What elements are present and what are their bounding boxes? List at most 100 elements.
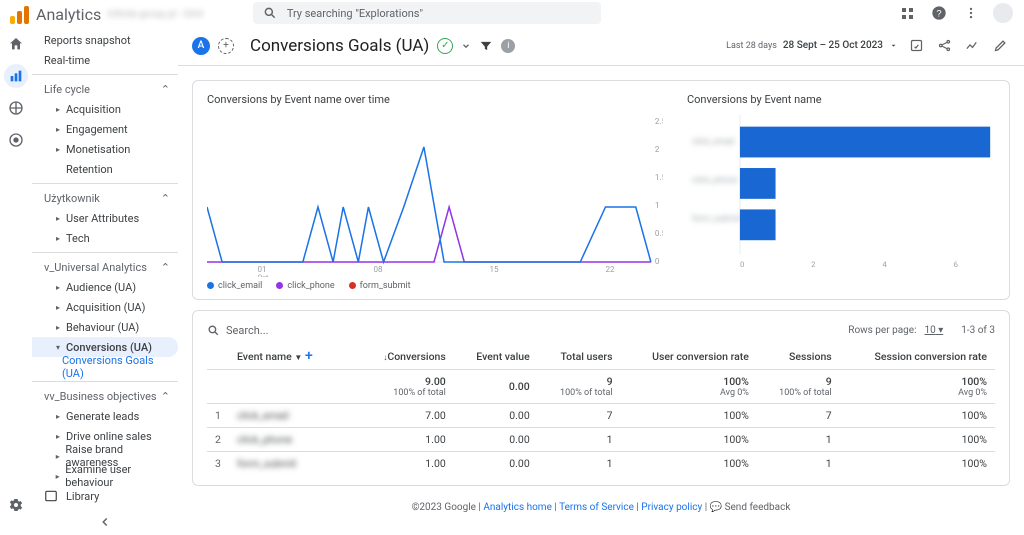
col-conversions[interactable]: ↓Conversions — [359, 343, 454, 370]
col-user-conversion-rate[interactable]: User conversion rate — [621, 343, 757, 370]
svg-text:15: 15 — [489, 265, 499, 274]
add-segment-button[interactable]: + — [218, 38, 234, 54]
report-main: A + Conversions Goals (UA) ✓ i Last 28 d… — [178, 26, 1024, 535]
bar-chart-title: Conversions by Event name — [687, 93, 995, 106]
svg-text:2: 2 — [811, 260, 816, 269]
rail-admin-icon[interactable] — [4, 493, 28, 517]
table-pager: Rows per page: 10 ▾ 1-3 of 3 — [848, 325, 995, 336]
col-session-conversion-rate[interactable]: Session conversion rate — [840, 343, 995, 370]
nav-monetisation[interactable]: ▸Monetisation — [32, 139, 178, 159]
app-bar: Analytics Infinity-group.pl - GA4 Try se… — [0, 0, 1024, 26]
collapse-panel-icon[interactable] — [32, 515, 178, 529]
nav-acquisition-ua[interactable]: ▸Acquisition (UA) — [32, 297, 178, 317]
library-icon — [44, 489, 58, 503]
page-footer: ©2023 Google | Analytics home | Terms of… — [192, 486, 1010, 519]
info-badge-icon[interactable]: i — [501, 39, 515, 53]
svg-text:?: ? — [936, 8, 941, 18]
table-row[interactable]: 1click_email7.000.007100%7100% — [207, 404, 995, 428]
data-table: Event name ▼ + ↓Conversions Event value … — [207, 343, 995, 475]
search-icon — [207, 324, 220, 337]
footer-link-privacy[interactable]: Privacy policy — [641, 502, 702, 513]
rail-advertising-icon[interactable] — [4, 128, 28, 152]
svg-text:0.5: 0.5 — [655, 229, 663, 238]
svg-text:1.5: 1.5 — [655, 173, 663, 182]
bar-chart: click_email click_phone form_submit 0 2 4 6 — [687, 112, 995, 277]
footer-link-terms[interactable]: Terms of Service — [559, 502, 634, 513]
nav-tech[interactable]: ▸Tech — [32, 228, 178, 248]
analytics-logo-icon — [10, 4, 30, 24]
menu-dots-icon[interactable] — [960, 2, 982, 24]
svg-text:click_email: click_email — [692, 137, 735, 147]
nav-reports-snapshot[interactable]: Reports snapshot — [32, 30, 178, 50]
col-event-name[interactable]: Event name ▼ + — [229, 343, 359, 370]
add-dimension-button[interactable]: + — [305, 348, 313, 364]
global-search[interactable]: Try searching "Explorations" — [253, 2, 601, 24]
nav-audience-ua[interactable]: ▸Audience (UA) — [32, 277, 178, 297]
nav-generate-leads[interactable]: ▸Generate leads — [32, 406, 178, 426]
col-event-value[interactable]: Event value — [454, 343, 538, 370]
nav-user-attributes[interactable]: ▸User Attributes — [32, 208, 178, 228]
nav-conversions-goals-ua[interactable]: Conversions Goals (UA) — [32, 357, 178, 377]
line-chart-title: Conversions by Event name over time — [207, 93, 663, 106]
chevron-down-icon[interactable] — [461, 41, 471, 51]
svg-text:click_phone: click_phone — [692, 175, 738, 185]
rail-home-icon[interactable] — [4, 32, 28, 56]
nav-engagement[interactable]: ▸Engagement — [32, 119, 178, 139]
col-total-users[interactable]: Total users — [538, 343, 621, 370]
insights-icon[interactable] — [962, 36, 982, 56]
account-label[interactable]: Infinity-group.pl - GA4 — [107, 9, 203, 20]
apps-icon[interactable] — [896, 2, 918, 24]
col-sessions[interactable]: Sessions — [757, 343, 840, 370]
svg-text:Oct: Oct — [257, 273, 269, 277]
avatar-icon[interactable] — [992, 2, 1014, 24]
nav-section-life-cycle[interactable]: Life cycle⌃ — [32, 79, 178, 99]
nav-section-user[interactable]: Użytkownik⌃ — [32, 188, 178, 208]
send-feedback-button[interactable]: 💬 Send feedback — [710, 502, 791, 513]
nav-acquisition[interactable]: ▸Acquisition — [32, 99, 178, 119]
customize-report-icon[interactable] — [906, 36, 926, 56]
table-row[interactable]: 2click_phone1.000.001100%1100% — [207, 428, 995, 452]
edit-icon[interactable] — [990, 36, 1010, 56]
help-icon[interactable]: ? — [928, 2, 950, 24]
svg-text:2: 2 — [655, 145, 660, 154]
verified-badge-icon[interactable]: ✓ — [437, 38, 453, 54]
brand: Analytics Infinity-group.pl - GA4 — [10, 4, 203, 24]
product-name: Analytics — [36, 5, 101, 24]
segment-chip-a[interactable]: A — [192, 37, 210, 55]
svg-text:0: 0 — [655, 257, 660, 266]
report-toolbar: A + Conversions Goals (UA) ✓ i Last 28 d… — [178, 26, 1024, 66]
line-chart-legend: click_email click_phone form_submit — [207, 281, 663, 291]
search-placeholder: Try searching "Explorations" — [287, 7, 423, 20]
filter-icon[interactable] — [479, 39, 493, 53]
nav-section-universal-analytics[interactable]: v_Universal Analytics⌃ — [32, 257, 178, 277]
nav-examine-user-behaviour[interactable]: ▸Examine user behaviour — [32, 466, 178, 486]
left-rail — [0, 26, 32, 535]
svg-text:4: 4 — [882, 260, 887, 269]
nav-library[interactable]: Library — [32, 485, 178, 507]
line-chart: 2.521.510.50 01Oct 081522 — [207, 112, 663, 277]
rows-per-page-select[interactable]: 10 ▾ — [924, 325, 943, 336]
nav-real-time[interactable]: Real-time — [32, 50, 178, 70]
charts-card: Conversions by Event name over time 2.52… — [192, 80, 1010, 300]
svg-text:1: 1 — [655, 201, 660, 210]
reports-nav: Reports snapshot Real-time Life cycle⌃ ▸… — [32, 26, 178, 535]
report-title: Conversions Goals (UA) — [250, 36, 429, 56]
svg-text:22: 22 — [605, 265, 615, 274]
nav-behaviour-ua[interactable]: ▸Behaviour (UA) — [32, 317, 178, 337]
footer-link-analytics-home[interactable]: Analytics home — [483, 502, 552, 513]
share-icon[interactable] — [934, 36, 954, 56]
table-search[interactable]: Search... — [207, 324, 848, 337]
table-card: Search... Rows per page: 10 ▾ 1-3 of 3 E… — [192, 310, 1010, 486]
rail-reports-icon[interactable] — [4, 64, 28, 88]
svg-text:6: 6 — [954, 260, 958, 269]
nav-section-business-objectives[interactable]: vv_Business objectives⌃ — [32, 386, 178, 406]
search-icon — [263, 6, 277, 20]
svg-text:08: 08 — [373, 265, 383, 274]
date-range-picker[interactable]: Last 28 days 28 Sept – 25 Oct 2023 — [726, 40, 898, 51]
table-row[interactable]: 3form_submit1.000.001100%1100% — [207, 452, 995, 476]
svg-text:form_submit: form_submit — [692, 214, 741, 224]
svg-text:0: 0 — [740, 260, 744, 269]
rail-explore-icon[interactable] — [4, 96, 28, 120]
nav-retention[interactable]: Retention — [32, 159, 178, 179]
totals-row: 9.00100% of total 0.00 9100% of total 10… — [207, 370, 995, 404]
